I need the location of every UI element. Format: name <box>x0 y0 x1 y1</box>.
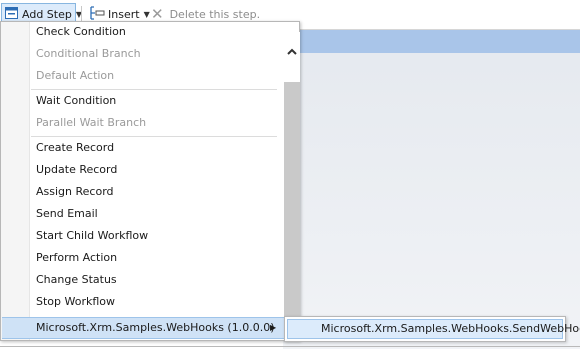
plugin-group-label: Microsoft.Xrm.Samples.WebHooks (1.0.0.0) <box>36 321 275 334</box>
close-icon: ✕ <box>151 4 164 23</box>
divider <box>0 346 580 347</box>
workflow-designer-canvas <box>283 30 580 349</box>
submenu-item-label: Microsoft.Xrm.Samples.WebHooks.SendWebHo… <box>321 322 580 335</box>
insert-label: Insert <box>108 7 140 21</box>
menu-separator <box>31 136 277 137</box>
insert-step-icon <box>89 5 105 23</box>
menu-item-assign-record[interactable]: Assign Record <box>36 182 114 202</box>
add-step-label: Add Step <box>22 7 72 21</box>
menu-item-update-record[interactable]: Update Record <box>36 160 117 180</box>
submenu-item-sendwebhook[interactable]: Microsoft.Xrm.Samples.WebHooks.SendWebHo… <box>287 319 580 339</box>
menu-separator <box>31 89 277 90</box>
chevron-right-icon: ▶ <box>270 323 277 332</box>
add-step-menu: Check Condition Conditional Branch Defau… <box>0 21 300 341</box>
menu-item-stop-workflow[interactable]: Stop Workflow <box>36 292 115 312</box>
menu-item-webhooks-plugin[interactable]: Microsoft.Xrm.Samples.WebHooks (1.0.0.0)… <box>2 317 284 339</box>
menu-item-send-email[interactable]: Send Email <box>36 204 98 224</box>
menu-item-conditional-branch: Conditional Branch <box>36 47 141 60</box>
chevron-up-icon <box>287 48 297 55</box>
menu-item-change-status[interactable]: Change Status <box>36 270 117 290</box>
menu-item-start-child-workflow[interactable]: Start Child Workflow <box>36 226 148 246</box>
menu-item-check-condition[interactable]: Check Condition <box>36 22 126 42</box>
menu-icon-gutter <box>1 22 30 340</box>
menu-item-perform-action[interactable]: Perform Action <box>36 248 117 268</box>
menu-item-wait-condition[interactable]: Wait Condition <box>36 91 116 111</box>
add-step-icon <box>5 6 18 22</box>
scroll-up-button[interactable] <box>284 32 300 80</box>
scrollbar-thumb[interactable] <box>284 82 300 320</box>
chevron-down-icon: ▼ <box>143 9 150 19</box>
menu-item-create-record[interactable]: Create Record <box>36 138 114 158</box>
step-header-bar <box>283 30 580 53</box>
menu-item-default-action: Default Action <box>36 69 115 82</box>
delete-step-label: Delete this step. <box>169 7 261 21</box>
plugin-submenu: Microsoft.Xrm.Samples.WebHooks.SendWebHo… <box>284 316 580 342</box>
menu-item-parallel-wait-branch: Parallel Wait Branch <box>36 116 147 129</box>
